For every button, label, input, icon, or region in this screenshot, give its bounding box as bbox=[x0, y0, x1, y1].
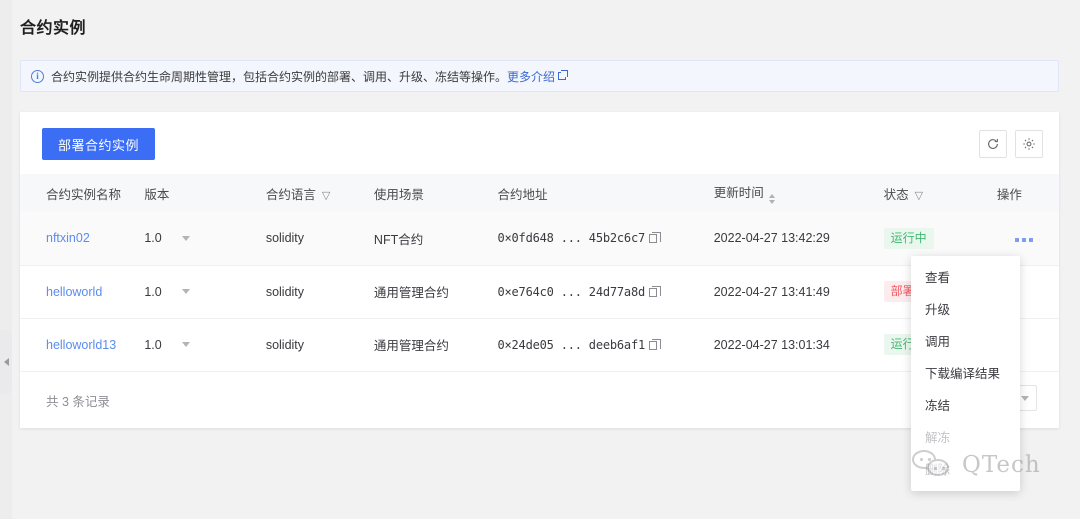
left-rail bbox=[0, 0, 12, 519]
cell-scene: 通用管理合约 bbox=[363, 265, 488, 319]
table-body: nftxin02 1.0 solidity NFT合约 0×0fd648 ...… bbox=[20, 212, 1059, 372]
info-banner: i 合约实例提供合约生命周期性管理，包括合约实例的部署、调用、升级、冻结等操作。… bbox=[20, 60, 1059, 92]
external-link-icon bbox=[558, 70, 569, 80]
col-header-updated-label: 更新时间 bbox=[713, 186, 764, 200]
address-value: 0×24de05 ... deeb6af1 bbox=[497, 337, 646, 352]
cell-version: 1.0 bbox=[134, 265, 256, 319]
version-value: 1.0 bbox=[144, 284, 162, 299]
cell-version: 1.0 bbox=[134, 318, 256, 372]
menu-item-unfreeze: 解冻 bbox=[925, 430, 951, 445]
info-banner-text: 合约实例提供合约生命周期性管理，包括合约实例的部署、调用、升级、冻结等操作。 bbox=[51, 69, 508, 84]
cell-scene: NFT合约 bbox=[363, 212, 488, 266]
cell-version: 1.0 bbox=[134, 212, 256, 266]
table-head: 合约实例名称 版本 合约语言 ▽ 使用场景 合约地址 更新时间 状态 ▽ 操作 bbox=[20, 174, 1059, 212]
gear-icon bbox=[1023, 138, 1035, 150]
version-value: 1.0 bbox=[144, 231, 162, 246]
sort-icon-updated[interactable] bbox=[768, 194, 775, 204]
col-header-actions: 操作 bbox=[986, 174, 1059, 212]
contract-name-link[interactable]: helloworld13 bbox=[46, 338, 116, 352]
menu-item-delete: 删除 bbox=[925, 462, 951, 477]
col-header-version: 版本 bbox=[134, 174, 256, 212]
table-row[interactable]: helloworld 1.0 solidity 通用管理合约 0×e764c0 … bbox=[20, 265, 1059, 319]
menu-item-upgrade[interactable]: 升级 bbox=[911, 292, 1020, 324]
col-header-status-label: 状态 bbox=[883, 187, 909, 202]
cell-address: 0×0fd648 ... 45b2c6c7 bbox=[487, 212, 704, 266]
contract-instances-card: 部署合约实例 合约实例名称 版本 合约语言 ▽ 使用场景 合约地址 更新时间 状… bbox=[20, 112, 1059, 428]
table-toolbar: 部署合约实例 bbox=[20, 112, 1059, 174]
cell-language: solidity bbox=[255, 318, 364, 372]
cell-address: 0×e764c0 ... 24d77a8d bbox=[487, 265, 704, 319]
menu-item-download-compile-result[interactable]: 下载编译结果 bbox=[911, 356, 1020, 388]
table-footer: 共 3 条记录 ◀ 1 bbox=[20, 372, 1059, 428]
cell-name[interactable]: helloworld13 bbox=[20, 318, 135, 372]
copy-icon[interactable] bbox=[649, 232, 662, 244]
copy-icon[interactable] bbox=[649, 285, 662, 297]
contract-name-link[interactable]: helloworld bbox=[46, 285, 102, 299]
version-dropdown-caret-icon[interactable] bbox=[181, 235, 190, 241]
refresh-button[interactable] bbox=[979, 130, 1007, 158]
more-intro-link[interactable]: 更多介绍 bbox=[507, 68, 555, 85]
info-circle-icon: i bbox=[31, 69, 44, 83]
col-header-scene: 使用场景 bbox=[363, 174, 488, 212]
chevron-left-icon bbox=[3, 358, 9, 366]
total-records-text: 共 3 条记录 bbox=[46, 395, 110, 409]
version-value: 1.0 bbox=[144, 337, 162, 352]
col-header-address: 合约地址 bbox=[487, 174, 704, 212]
refresh-icon bbox=[988, 138, 998, 149]
deploy-contract-instance-button[interactable]: 部署合约实例 bbox=[42, 128, 156, 160]
menu-item-freeze[interactable]: 冻结 bbox=[911, 388, 1020, 420]
cell-address: 0×24de05 ... deeb6af1 bbox=[487, 318, 704, 372]
toolbar-icon-group bbox=[979, 130, 1043, 158]
filter-icon-language[interactable]: ▽ bbox=[322, 189, 330, 202]
address-value: 0×0fd648 ... 45b2c6c7 bbox=[497, 231, 646, 246]
cell-updated: 2022-04-27 13:42:29 bbox=[703, 212, 874, 266]
menu-item-view[interactable]: 查看 bbox=[911, 260, 1020, 292]
row-action-dropdown-menu[interactable]: 查看 升级 调用 下载编译结果 冻结 解冻 删除 bbox=[911, 256, 1020, 491]
col-header-updated: 更新时间 bbox=[703, 174, 874, 212]
row-actions-menu-button[interactable] bbox=[1015, 234, 1033, 246]
cell-name[interactable]: nftxin02 bbox=[20, 212, 135, 266]
version-dropdown-caret-icon[interactable] bbox=[181, 289, 190, 294]
cell-updated: 2022-04-27 13:01:34 bbox=[703, 318, 874, 372]
cell-language: solidity bbox=[255, 212, 364, 266]
copy-icon[interactable] bbox=[649, 338, 662, 350]
contract-instances-table: 合约实例名称 版本 合约语言 ▽ 使用场景 合约地址 更新时间 状态 ▽ 操作 nf… bbox=[20, 174, 1059, 372]
table-row[interactable]: helloworld13 1.0 solidity 通用管理合约 0×24de0… bbox=[20, 318, 1059, 372]
address-value: 0×e764c0 ... 24d77a8d bbox=[497, 284, 646, 299]
cell-updated: 2022-04-27 13:41:49 bbox=[703, 265, 874, 319]
chevron-down-icon bbox=[1021, 395, 1029, 401]
menu-item-invoke[interactable]: 调用 bbox=[911, 324, 1020, 356]
table-header-row: 合约实例名称 版本 合约语言 ▽ 使用场景 合约地址 更新时间 状态 ▽ 操作 bbox=[20, 174, 1059, 212]
col-header-status: 状态 ▽ bbox=[873, 174, 987, 212]
page-title: 合约实例 bbox=[20, 20, 87, 37]
col-header-language-label: 合约语言 bbox=[265, 187, 316, 202]
sidebar-collapse-handle[interactable] bbox=[0, 330, 12, 394]
status-badge: 运行中 bbox=[883, 227, 934, 249]
contract-name-link[interactable]: nftxin02 bbox=[46, 231, 90, 245]
col-header-name: 合约实例名称 bbox=[20, 174, 135, 212]
cell-scene: 通用管理合约 bbox=[363, 318, 488, 372]
cell-name[interactable]: helloworld bbox=[20, 265, 135, 319]
cell-language: solidity bbox=[255, 265, 364, 319]
table-row[interactable]: nftxin02 1.0 solidity NFT合约 0×0fd648 ...… bbox=[20, 212, 1059, 266]
col-header-language: 合约语言 ▽ bbox=[255, 174, 364, 212]
filter-icon-status[interactable]: ▽ bbox=[915, 189, 923, 202]
version-dropdown-caret-icon[interactable] bbox=[181, 342, 190, 347]
column-settings-button[interactable] bbox=[1015, 130, 1043, 158]
page-root: 合约实例 i 合约实例提供合约生命周期性管理，包括合约实例的部署、调用、升级、冻… bbox=[0, 0, 1080, 519]
